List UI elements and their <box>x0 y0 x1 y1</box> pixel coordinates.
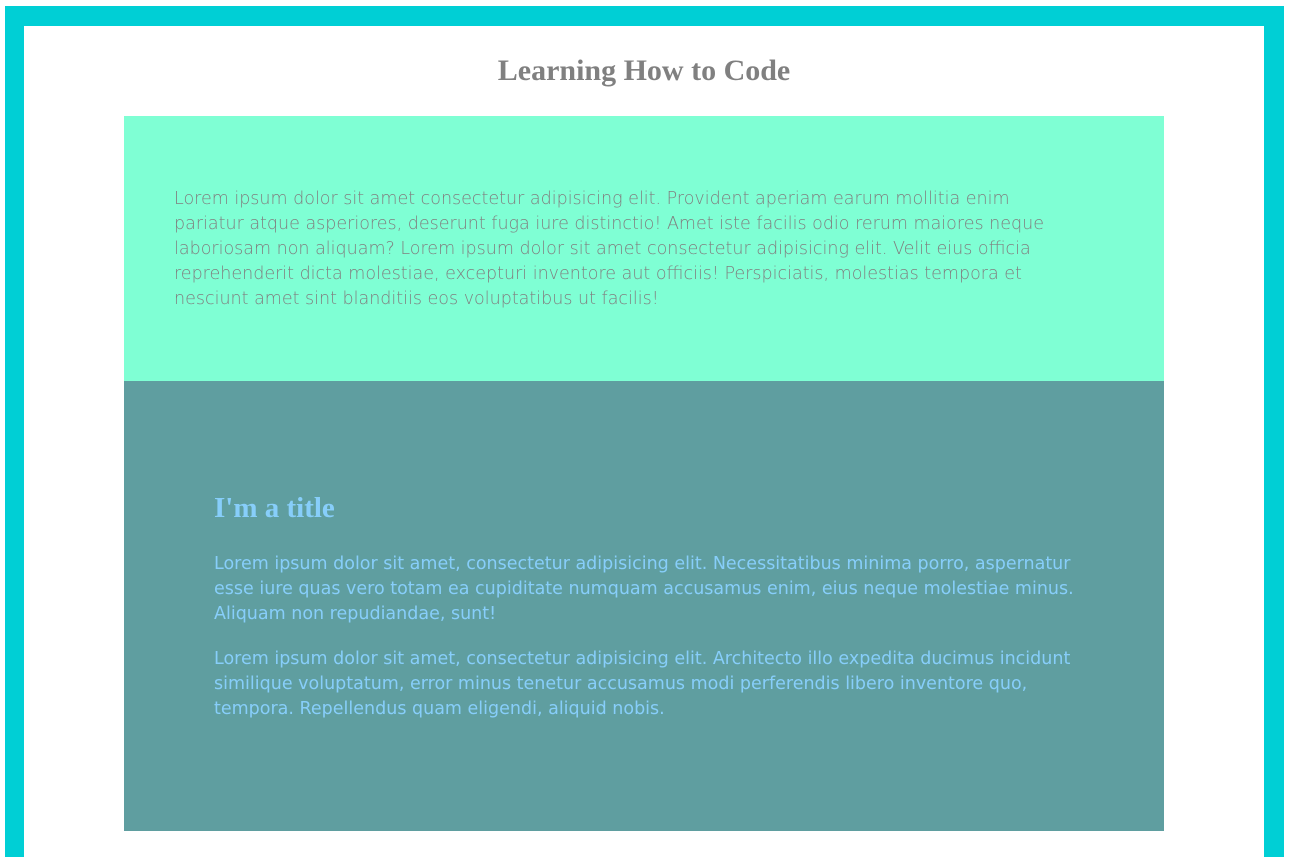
feature-section: I'm a title Lorem ipsum dolor sit amet, … <box>124 381 1164 831</box>
page-title: Learning How to Code <box>497 54 791 87</box>
page-content: Learning How to Code Lorem ipsum dolor s… <box>24 26 1264 857</box>
feature-paragraph-2: Lorem ipsum dolor sit amet, consectetur … <box>214 649 1071 719</box>
feature-title: I'm a title <box>214 492 335 524</box>
page-frame: Learning How to Code Lorem ipsum dolor s… <box>5 6 1284 857</box>
feature-paragraph-1: Lorem ipsum dolor sit amet, consectetur … <box>214 554 1074 624</box>
intro-section: Lorem ipsum dolor sit amet consectetur a… <box>124 116 1164 381</box>
intro-paragraph: Lorem ipsum dolor sit amet consectetur a… <box>174 189 1044 309</box>
